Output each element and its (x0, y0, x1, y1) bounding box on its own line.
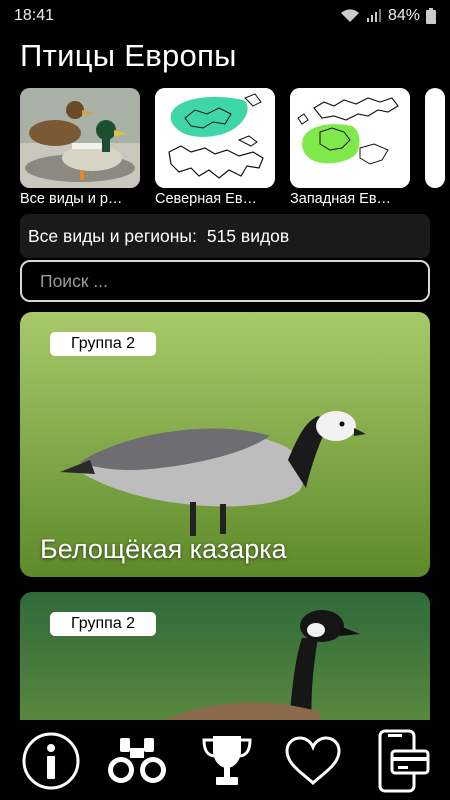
purchase-button[interactable] (366, 726, 436, 796)
group-badge: Группа 2 (50, 332, 157, 356)
species-count-bar: Все виды и регионы: 515 видов (20, 214, 430, 258)
region-carousel[interactable]: Все виды и р… Северная Ев… Западная Ев… (20, 88, 450, 210)
count-value: 515 видов (206, 225, 290, 246)
species-name: Белощёкая казарка (40, 534, 287, 564)
binoculars-button[interactable] (102, 726, 172, 796)
trophy-button[interactable] (192, 726, 262, 796)
page-title: Птицы Европы (20, 38, 237, 73)
count-label: Все виды и регионы: (28, 225, 197, 246)
region-item-partial[interactable] (425, 88, 450, 188)
region-thumb-partial (425, 88, 445, 188)
battery-percent: 84% (387, 7, 420, 24)
region-item-north[interactable]: Северная Ев… (155, 88, 275, 207)
status-icons: 84% (340, 7, 436, 25)
info-button[interactable] (16, 726, 86, 796)
region-label: Западная Ев… (290, 191, 392, 207)
signal-icon (366, 9, 381, 22)
ducks-photo-thumb (20, 88, 140, 188)
europe-map-west-thumb (290, 88, 410, 188)
status-time: 18:41 (14, 7, 55, 24)
heart-icon (285, 736, 341, 786)
bottom-nav (0, 720, 450, 800)
region-label: Северная Ев… (155, 191, 258, 207)
europe-map-west-icon (290, 88, 410, 188)
europe-map-north-icon (155, 88, 275, 188)
ducks-photo-icon (20, 88, 140, 188)
status-bar: 18:41 84% (0, 0, 450, 32)
group-badge: Группа 2 (50, 612, 157, 636)
region-item-all[interactable]: Все виды и р… (20, 88, 140, 207)
wifi-icon (340, 9, 359, 22)
species-card[interactable]: Группа 2 Белощёкая казарка (20, 312, 430, 577)
trophy-icon (202, 736, 252, 785)
europe-map-north-thumb (155, 88, 275, 188)
search-input[interactable] (20, 260, 430, 302)
info-icon (22, 732, 80, 790)
favorites-button[interactable] (278, 726, 348, 796)
battery-icon (426, 8, 436, 24)
region-label: Все виды и р… (20, 191, 123, 207)
region-item-west[interactable]: Западная Ев… (290, 88, 410, 207)
binoculars-icon (108, 738, 166, 783)
phone-card-icon (378, 729, 430, 793)
species-card[interactable]: Группа 2 (20, 592, 430, 732)
